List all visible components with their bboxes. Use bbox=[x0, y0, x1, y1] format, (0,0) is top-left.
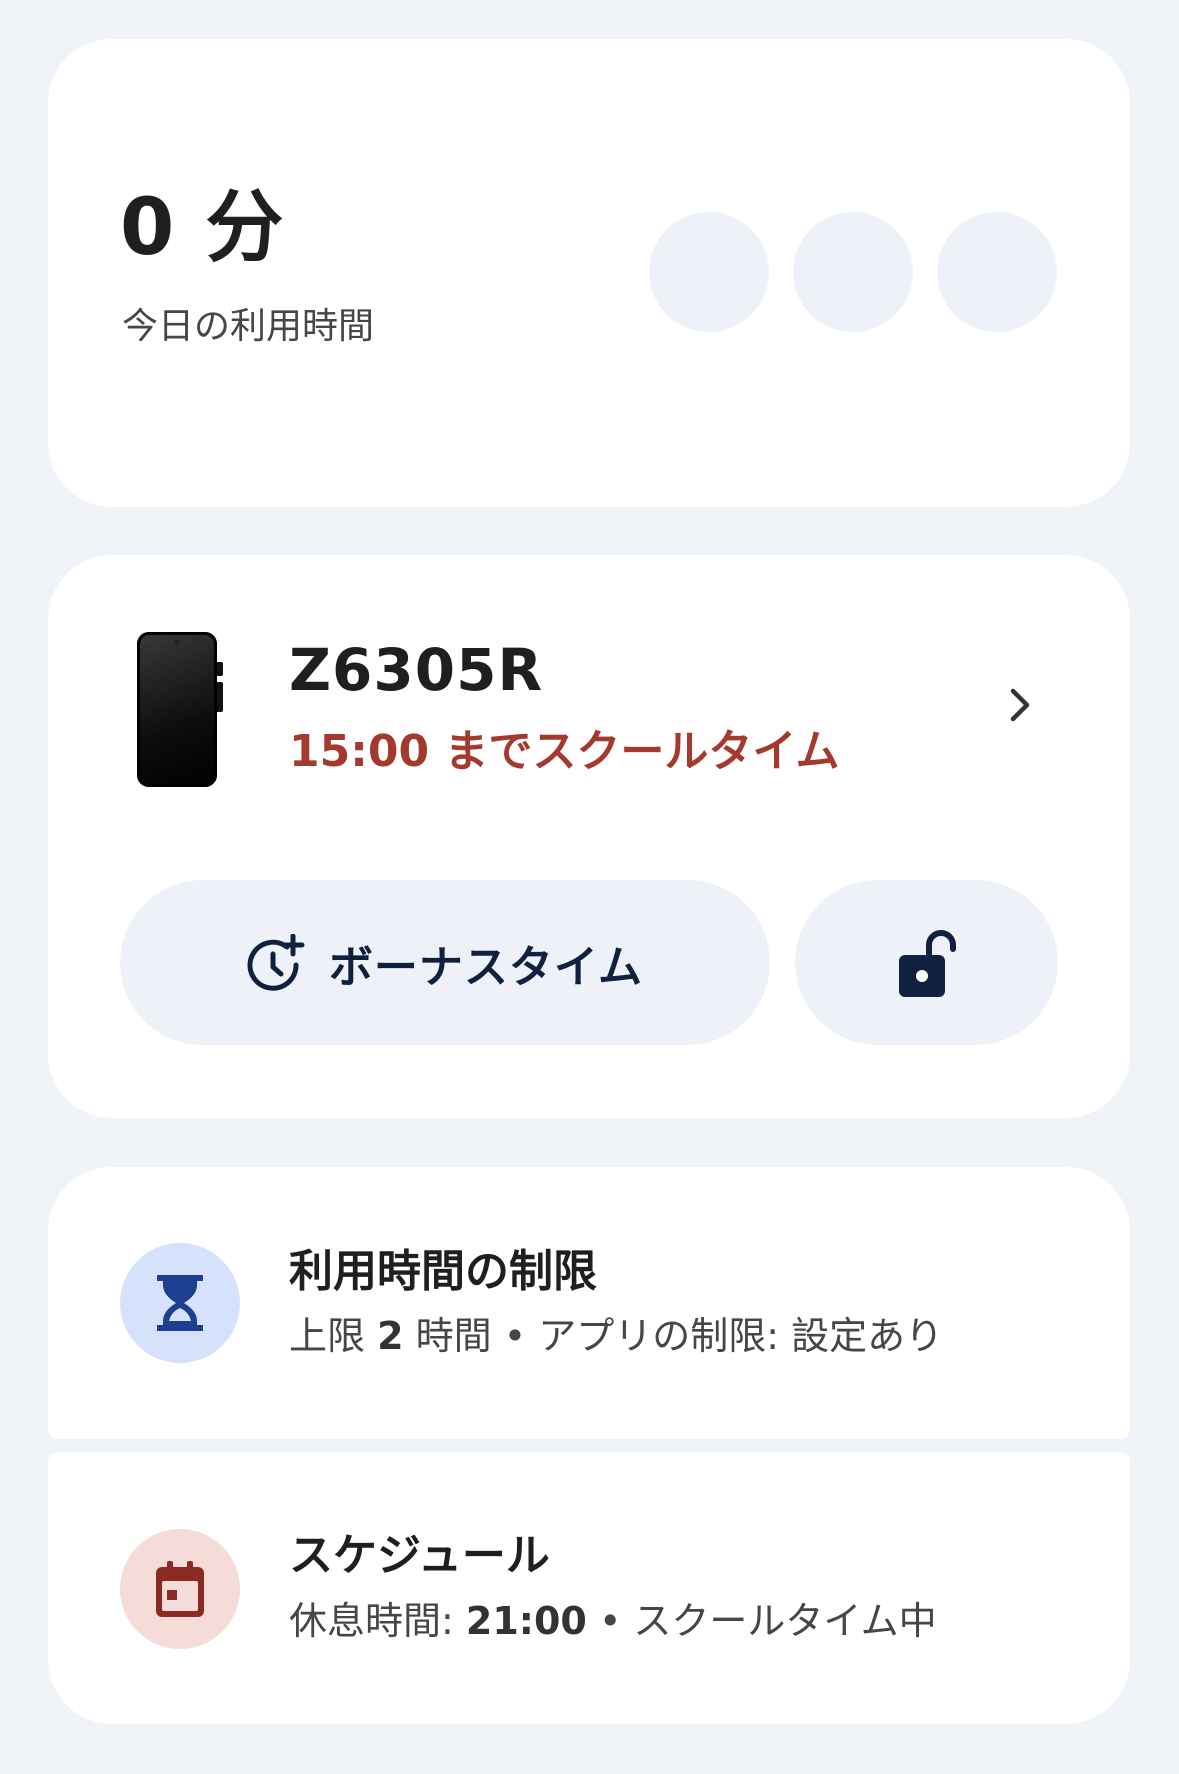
clock-add-icon bbox=[247, 933, 305, 991]
usage-limit-row[interactable]: 利用時間の制限 上限 2 時間 • アプリの制限: 設定あり bbox=[48, 1167, 1130, 1439]
bonus-time-label: ボーナスタイム bbox=[328, 941, 644, 993]
schedule-suffix: • スクールタイム中 bbox=[586, 1599, 937, 1643]
app-icon-placeholder bbox=[937, 212, 1057, 332]
usage-value: 0 分 bbox=[120, 183, 286, 273]
phone-icon bbox=[137, 632, 223, 787]
hourglass-icon-container bbox=[120, 1243, 240, 1363]
bedtime-value: 21:00 bbox=[465, 1599, 587, 1643]
lock-open-icon bbox=[898, 929, 956, 997]
limit-hours: 2 bbox=[377, 1314, 404, 1358]
device-name[interactable]: Z6305R bbox=[289, 641, 543, 699]
usage-limit-subtitle: 上限 2 時間 • アプリの制限: 設定あり bbox=[289, 1317, 943, 1355]
calendar-icon-container bbox=[120, 1529, 240, 1649]
unlock-button[interactable] bbox=[795, 880, 1058, 1045]
schedule-row[interactable]: スケジュール 休息時間: 21:00 • スクールタイム中 bbox=[48, 1452, 1130, 1724]
device-status[interactable]: 15:00 までスクールタイム bbox=[289, 730, 840, 774]
calendar-icon bbox=[156, 1561, 204, 1617]
device-card: Z6305R 15:00 までスクールタイム ボーナスタイム bbox=[48, 555, 1130, 1118]
limit-prefix: 上限 bbox=[289, 1314, 378, 1358]
limit-suffix: 時間 • アプリの制限: 設定あり bbox=[403, 1314, 944, 1358]
app-icon-placeholder bbox=[649, 212, 769, 332]
chevron-right-icon[interactable] bbox=[1000, 685, 1040, 725]
usage-limit-title: 利用時間の制限 bbox=[289, 1246, 597, 1297]
usage-label: 今日の利用時間 bbox=[122, 306, 375, 347]
schedule-subtitle: 休息時間: 21:00 • スクールタイム中 bbox=[289, 1602, 937, 1640]
bonus-time-button[interactable]: ボーナスタイム bbox=[120, 880, 770, 1045]
schedule-title: スケジュール bbox=[289, 1530, 550, 1581]
app-icon-placeholder bbox=[793, 212, 913, 332]
hourglass-icon bbox=[157, 1275, 203, 1331]
usage-card[interactable]: 0 分 今日の利用時間 bbox=[48, 39, 1130, 507]
schedule-prefix: 休息時間: bbox=[289, 1599, 466, 1643]
